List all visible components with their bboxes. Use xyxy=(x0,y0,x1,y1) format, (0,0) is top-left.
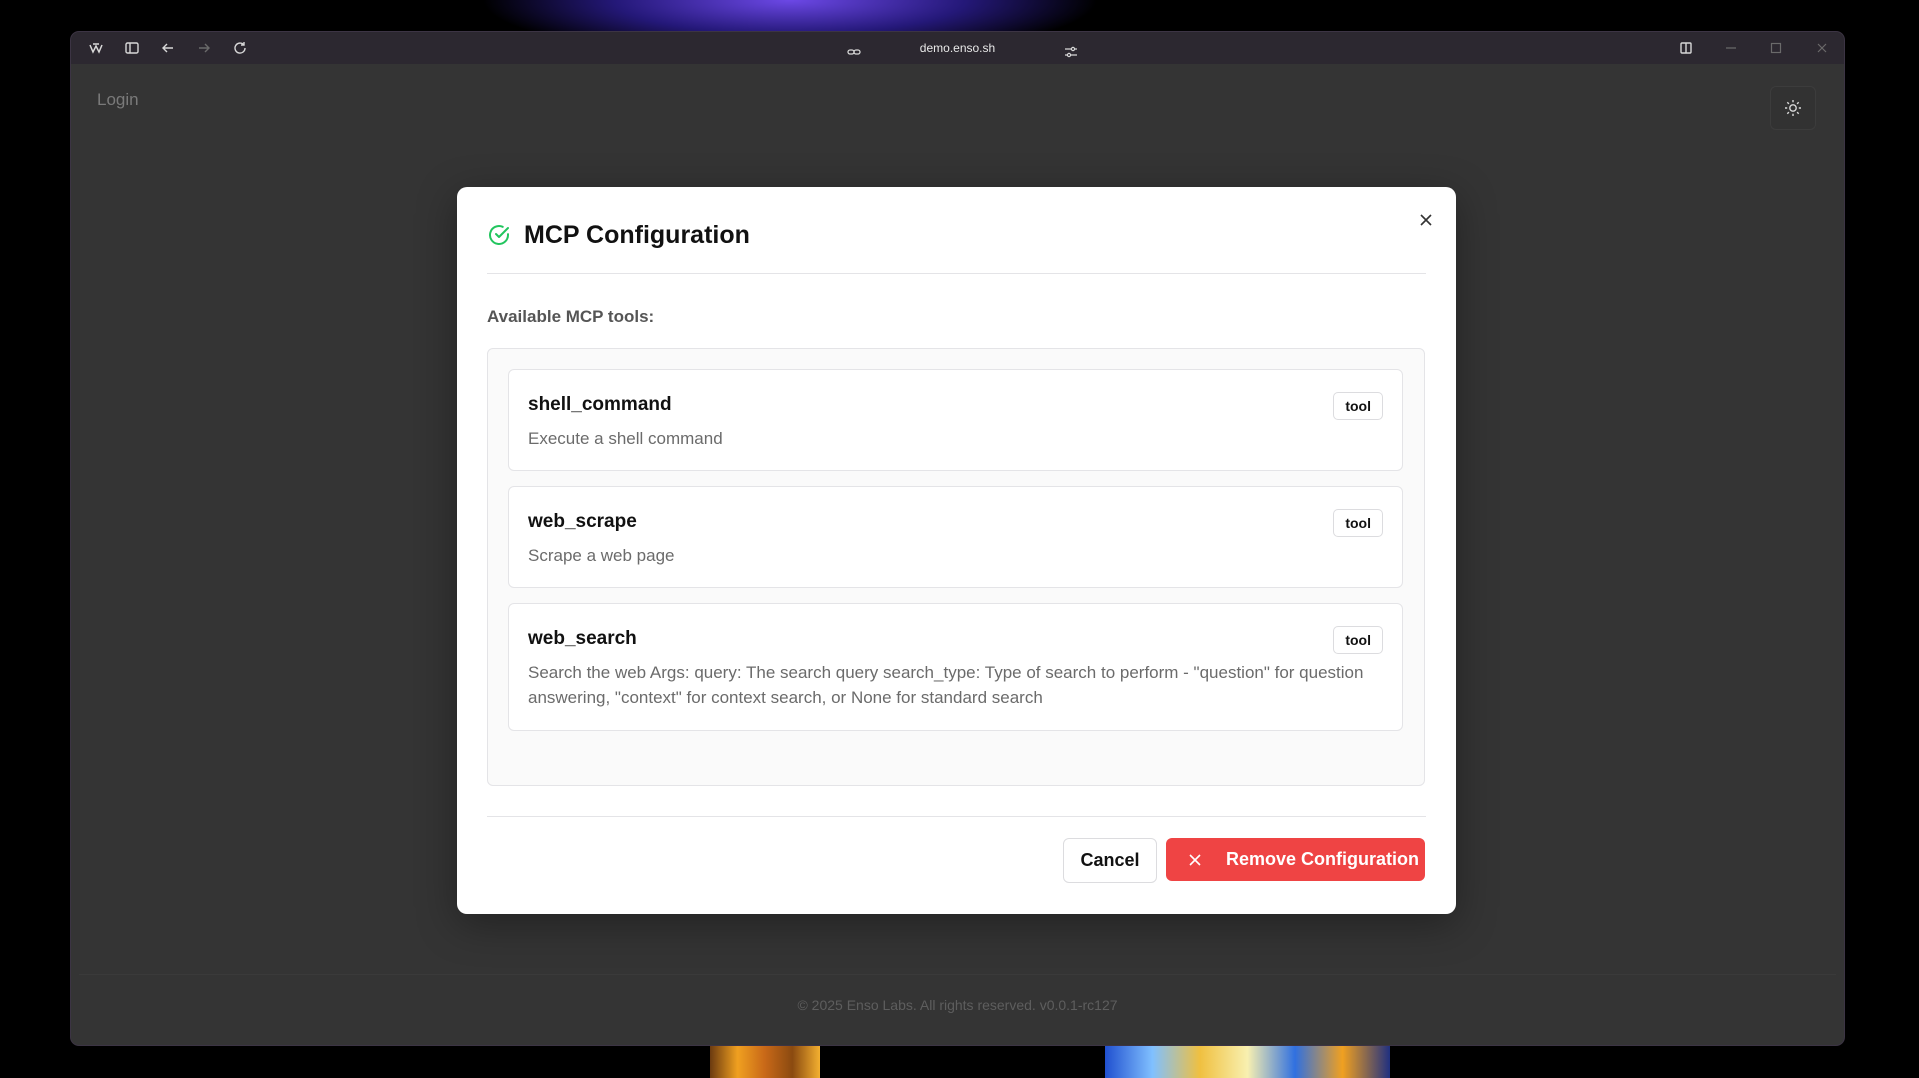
minimize-icon[interactable] xyxy=(1723,40,1739,56)
tool-badge: tool xyxy=(1333,392,1383,420)
reload-icon[interactable] xyxy=(232,40,248,56)
tool-description: Search the web Args: query: The search q… xyxy=(528,663,1364,707)
x-icon xyxy=(1188,838,1202,881)
app-logo-icon[interactable] xyxy=(88,40,104,56)
desktop-wallpaper-detail xyxy=(1105,1040,1390,1078)
back-arrow-icon[interactable] xyxy=(160,40,176,56)
remove-configuration-button[interactable]: Remove Configuration xyxy=(1166,838,1425,881)
split-view-icon[interactable] xyxy=(1678,40,1694,56)
maximize-icon[interactable] xyxy=(1768,40,1784,56)
page-title: Login xyxy=(97,90,139,109)
footer-divider xyxy=(487,816,1426,817)
tool-card-shell-command: shell_command tool Execute a shell comma… xyxy=(508,369,1403,471)
sun-icon xyxy=(1784,99,1802,117)
tune-icon[interactable] xyxy=(1063,40,1079,58)
remove-configuration-label: Remove Configuration xyxy=(1226,849,1420,869)
tool-description: Execute a shell command xyxy=(528,429,723,448)
close-icon xyxy=(1420,214,1432,226)
address-bar: demo.enso.sh xyxy=(71,32,1844,64)
tool-name: shell_command xyxy=(528,394,672,415)
forward-arrow-icon[interactable] xyxy=(196,40,212,56)
url-text[interactable]: demo.enso.sh xyxy=(920,41,995,55)
tools-section-label: Available MCP tools: xyxy=(487,307,655,326)
tool-name: web_scrape xyxy=(528,511,637,532)
dialog-header: MCP Configuration xyxy=(487,214,1432,274)
cancel-button[interactable]: Cancel xyxy=(1063,838,1157,883)
sidebar-toggle-icon[interactable] xyxy=(124,40,140,56)
tool-description: Scrape a web page xyxy=(528,546,675,565)
tool-card-web-scrape: web_scrape tool Scrape a web page xyxy=(508,486,1403,588)
link-icon[interactable] xyxy=(846,40,862,56)
page-footer: © 2025 Enso Labs. All rights reserved. v… xyxy=(79,974,1836,1037)
check-circle-icon xyxy=(487,223,511,247)
close-window-icon[interactable] xyxy=(1814,40,1830,56)
tool-name: web_search xyxy=(528,628,637,649)
desktop-wallpaper-detail xyxy=(710,1040,820,1078)
tool-badge: tool xyxy=(1333,626,1383,654)
browser-titlebar: demo.enso.sh xyxy=(71,32,1844,64)
dialog-title: MCP Configuration xyxy=(524,221,750,249)
tool-badge: tool xyxy=(1333,509,1383,537)
tool-card-web-search: web_search tool Search the web Args: que… xyxy=(508,603,1403,731)
tools-list: shell_command tool Execute a shell comma… xyxy=(487,348,1425,786)
theme-toggle-button[interactable] xyxy=(1770,86,1816,130)
mcp-configuration-dialog: MCP Configuration Available MCP tools: s… xyxy=(457,187,1456,914)
dialog-close-button[interactable] xyxy=(1412,207,1440,235)
